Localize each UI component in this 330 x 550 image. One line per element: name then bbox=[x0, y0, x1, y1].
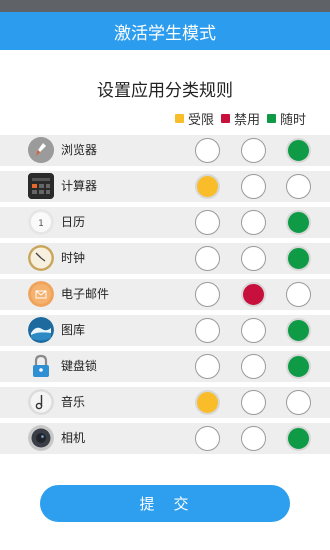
music-note-icon bbox=[28, 389, 54, 415]
disabled-radio[interactable] bbox=[241, 318, 266, 343]
app-row-calculator: 计算器 bbox=[0, 171, 330, 202]
restricted-radio[interactable] bbox=[195, 138, 220, 163]
calendar-icon: 1 bbox=[28, 209, 54, 235]
app-bar: 激活学生模式 bbox=[0, 12, 330, 50]
svg-text:1: 1 bbox=[38, 219, 44, 229]
disabled-radio[interactable] bbox=[241, 174, 266, 199]
padlock-icon bbox=[28, 353, 54, 379]
restricted-radio[interactable] bbox=[195, 246, 220, 271]
status-bar bbox=[0, 0, 330, 12]
app-name: 电子邮件 bbox=[61, 287, 110, 301]
disabled-radio[interactable] bbox=[241, 426, 266, 451]
app-name: 浏览器 bbox=[61, 143, 98, 157]
submit-label: 提 交 bbox=[139, 495, 191, 513]
anytime-radio[interactable] bbox=[286, 210, 311, 235]
camera-icon bbox=[28, 425, 54, 451]
legend-label-anytime: 随时 bbox=[279, 112, 306, 128]
restricted-radio[interactable] bbox=[195, 282, 220, 307]
restricted-radio[interactable] bbox=[195, 390, 220, 415]
app-name: 图库 bbox=[61, 323, 86, 337]
app-name: 相机 bbox=[61, 431, 86, 445]
legend-swatch-anytime bbox=[266, 113, 276, 123]
clock-icon bbox=[28, 245, 54, 271]
anytime-radio[interactable] bbox=[286, 174, 311, 199]
app-name: 音乐 bbox=[61, 395, 86, 409]
app-row-gallery: 图库 bbox=[0, 315, 330, 346]
app-row-calendar: 1 日历 bbox=[0, 207, 330, 238]
disabled-radio[interactable] bbox=[241, 210, 266, 235]
anytime-radio[interactable] bbox=[286, 138, 311, 163]
legend-swatch-restricted bbox=[174, 113, 184, 123]
app-name: 计算器 bbox=[61, 179, 98, 193]
app-bar-title: 激活学生模式 bbox=[114, 23, 216, 44]
legend-swatch-disabled bbox=[220, 113, 230, 123]
gallery-wave-icon bbox=[28, 317, 54, 343]
legend-restricted: 受限 bbox=[174, 109, 214, 128]
restricted-radio[interactable] bbox=[195, 354, 220, 379]
legend-anytime: 随时 bbox=[266, 109, 306, 128]
anytime-radio[interactable] bbox=[286, 426, 311, 451]
disabled-radio[interactable] bbox=[241, 246, 266, 271]
disabled-radio[interactable] bbox=[241, 354, 266, 379]
restricted-radio[interactable] bbox=[195, 318, 220, 343]
anytime-radio[interactable] bbox=[286, 354, 311, 379]
rocket-browser-icon bbox=[28, 137, 54, 163]
submit-button[interactable]: 提 交 bbox=[40, 485, 290, 522]
anytime-radio[interactable] bbox=[286, 390, 311, 415]
disabled-radio[interactable] bbox=[241, 390, 266, 415]
app-row-browser: 浏览器 bbox=[0, 135, 330, 166]
anytime-radio[interactable] bbox=[286, 318, 311, 343]
app-name: 日历 bbox=[61, 215, 86, 229]
legend-label-disabled: 禁用 bbox=[233, 112, 260, 128]
disabled-radio[interactable] bbox=[241, 282, 266, 307]
legend: 受限 禁用 随时 bbox=[168, 109, 306, 128]
app-row-music: 音乐 bbox=[0, 387, 330, 418]
app-rule-list: 浏览器 计算器 1 日历 时钟 电子邮件 图库 键盘锁 音乐 相机 bbox=[0, 135, 330, 459]
legend-label-restricted: 受限 bbox=[187, 112, 214, 128]
calculator-icon bbox=[28, 173, 54, 199]
restricted-radio[interactable] bbox=[195, 426, 220, 451]
restricted-radio[interactable] bbox=[195, 210, 220, 235]
app-row-camera: 相机 bbox=[0, 423, 330, 454]
restricted-radio[interactable] bbox=[195, 174, 220, 199]
legend-disabled: 禁用 bbox=[220, 109, 260, 128]
app-row-email: 电子邮件 bbox=[0, 279, 330, 310]
page-subtitle: 设置应用分类规则 bbox=[97, 81, 233, 101]
app-row-clock: 时钟 bbox=[0, 243, 330, 274]
disabled-radio[interactable] bbox=[241, 138, 266, 163]
anytime-radio[interactable] bbox=[286, 246, 311, 271]
app-name: 键盘锁 bbox=[61, 359, 98, 373]
app-row-keyguard: 键盘锁 bbox=[0, 351, 330, 382]
anytime-radio[interactable] bbox=[286, 282, 311, 307]
app-name: 时钟 bbox=[61, 251, 86, 265]
email-icon bbox=[28, 281, 54, 307]
